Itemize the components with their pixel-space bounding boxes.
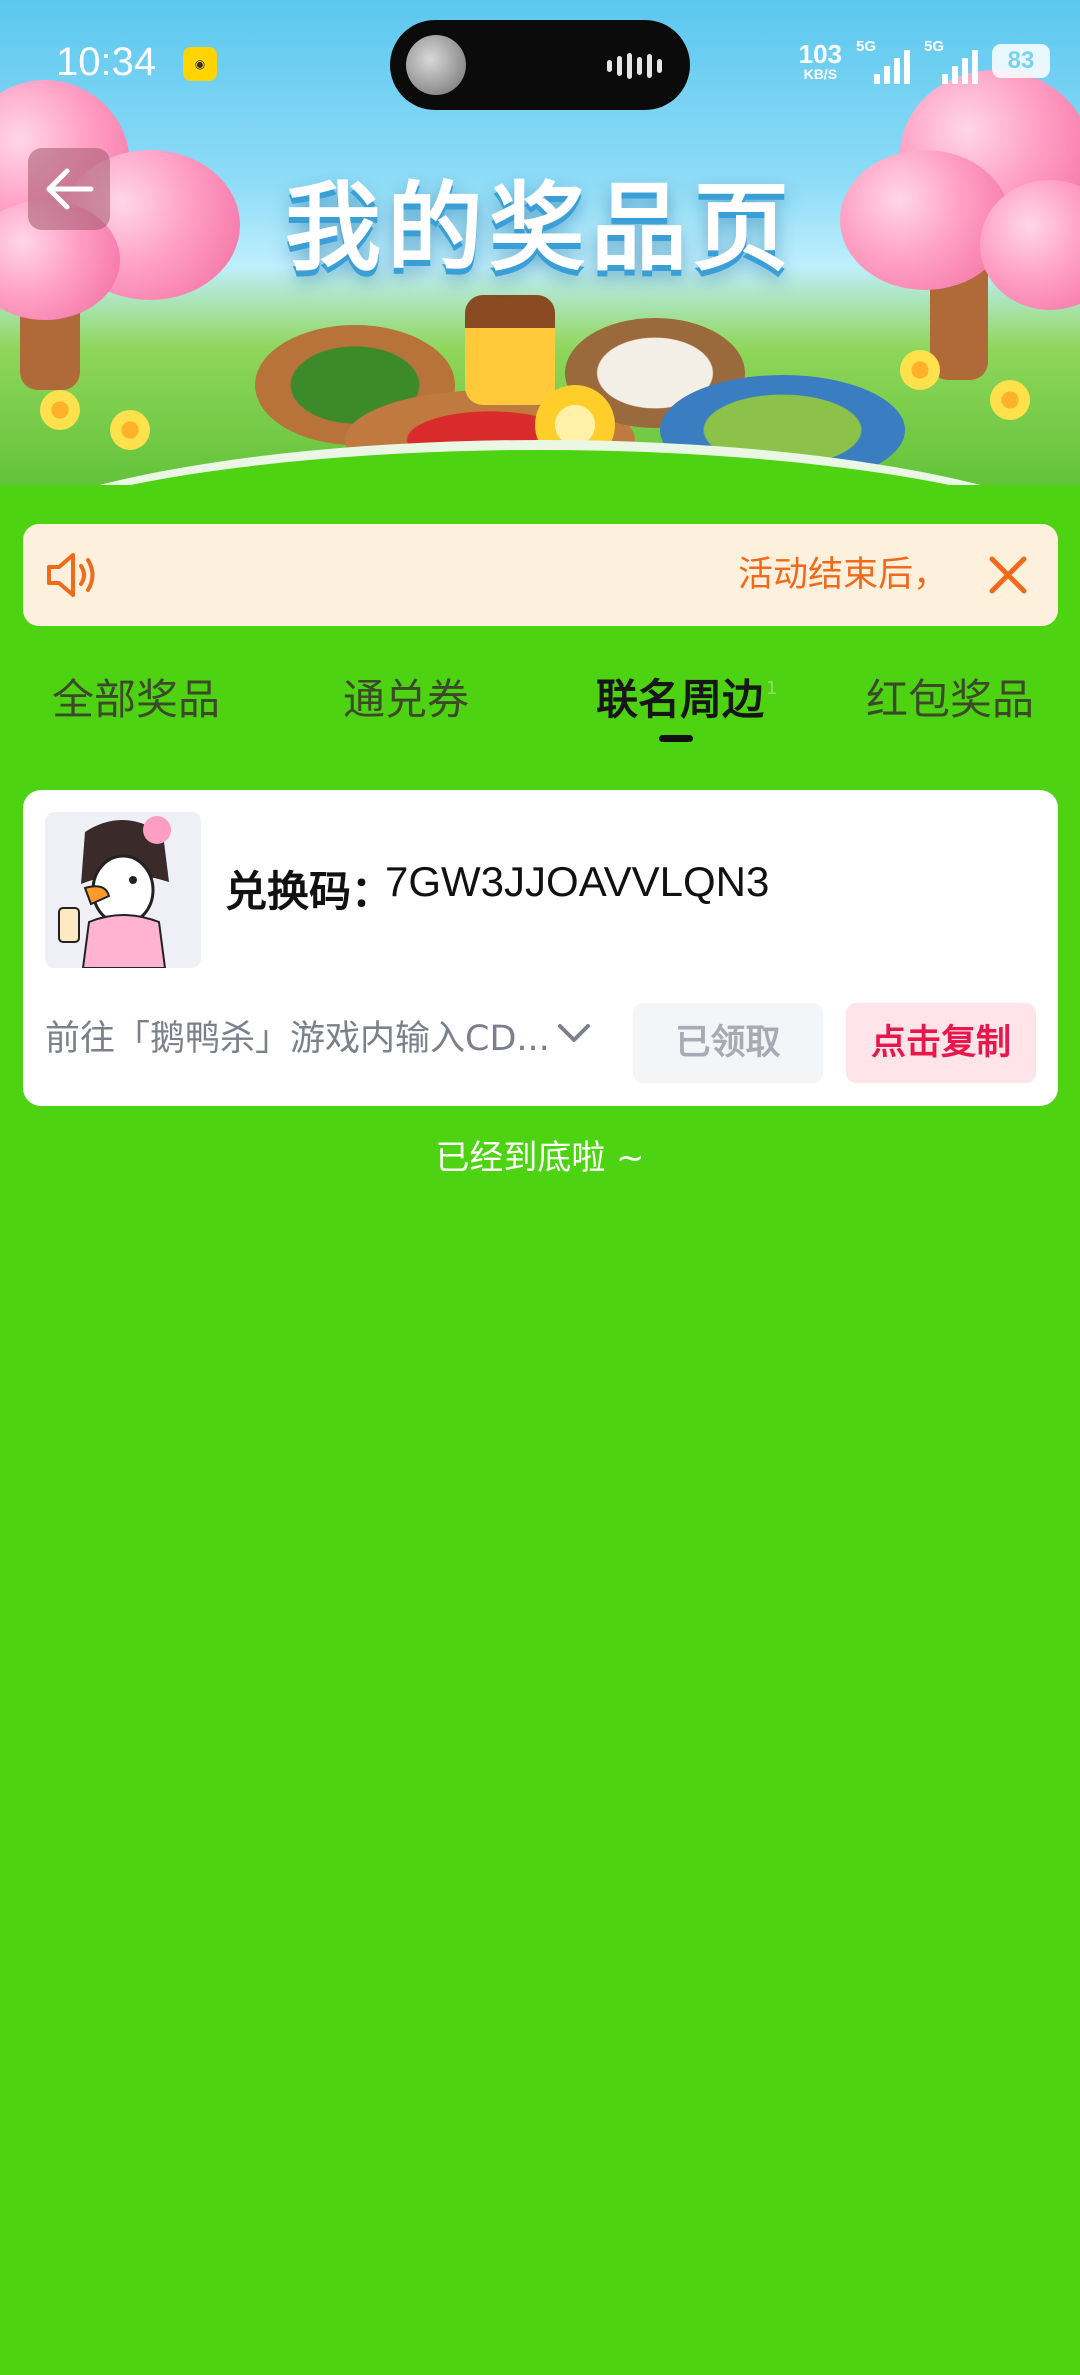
tab-vouchers[interactable]: 通兑券 [340, 660, 472, 740]
media-artwork-icon [406, 35, 466, 95]
drink-cup [465, 295, 555, 405]
net-speed-unit: KB/S [803, 66, 838, 82]
tab-co-branded[interactable]: 联名周边 1 [590, 660, 777, 740]
audio-wave-icon [607, 53, 662, 79]
page-title: 我的奖品页 [285, 172, 795, 284]
prize-card: 兑换码： 7GW3JJOAVVLQN3 前往「鹅鸭杀」游戏内输入CD... 已领… [23, 790, 1058, 1106]
status-bar: 10:34 ◉ 103 KB/S 5G 5G 83 [0, 0, 1080, 130]
back-button[interactable] [28, 148, 110, 230]
notice-bar: 活动结束后， [23, 524, 1058, 626]
redeem-code-label: 兑换码： [225, 867, 394, 916]
banner-curve [0, 440, 1080, 485]
speaker-icon [47, 553, 95, 597]
goose-character-icon [45, 812, 201, 968]
chevron-down-icon[interactable] [555, 1018, 593, 1048]
copy-code-button[interactable]: 点击复制 [846, 1003, 1036, 1083]
tab-label: 联名周边 [595, 675, 764, 724]
arrow-left-icon [46, 168, 94, 210]
signal-icon: 5G [856, 38, 910, 84]
tab-red-packets[interactable]: 红包奖品 [862, 660, 1038, 740]
redeem-code-value: 7GW3JJOAVVLQN3 [385, 858, 770, 905]
status-time: 10:34 [56, 40, 157, 84]
signal-label: 5G [856, 38, 877, 55]
status-indicators: 103 KB/S 5G 5G 83 [799, 38, 1050, 84]
app-notification-icon: ◉ [183, 47, 217, 81]
signal-label: 5G [924, 38, 945, 55]
battery-icon: 83 [992, 44, 1050, 78]
active-tab-indicator [659, 735, 693, 742]
prize-tabs: 全部奖品 通兑券 联名周边 1 红包奖品 [0, 660, 1080, 750]
tab-all-prizes[interactable]: 全部奖品 [48, 660, 224, 740]
net-speed-value: 103 [798, 39, 842, 69]
flower [40, 390, 80, 430]
close-icon[interactable] [982, 549, 1034, 601]
claimed-button[interactable]: 已领取 [633, 1003, 823, 1083]
flower [990, 380, 1030, 420]
flower [900, 350, 940, 390]
notice-text: 活动结束后， [737, 555, 948, 595]
tab-label: 红包奖品 [865, 675, 1034, 724]
prize-thumbnail [45, 812, 201, 968]
tab-count-badge: 1 [766, 678, 778, 699]
end-of-list-text: 已经到底啦 ~ [435, 1138, 645, 1178]
signal-icon: 5G [924, 38, 978, 84]
prize-instructions[interactable]: 前往「鹅鸭杀」游戏内输入CD... [45, 1010, 550, 1061]
flower [110, 410, 150, 450]
tab-label: 全部奖品 [51, 675, 220, 724]
dynamic-island [390, 20, 690, 110]
tab-label: 通兑券 [342, 675, 469, 724]
net-speed: 103 KB/S [799, 41, 842, 81]
